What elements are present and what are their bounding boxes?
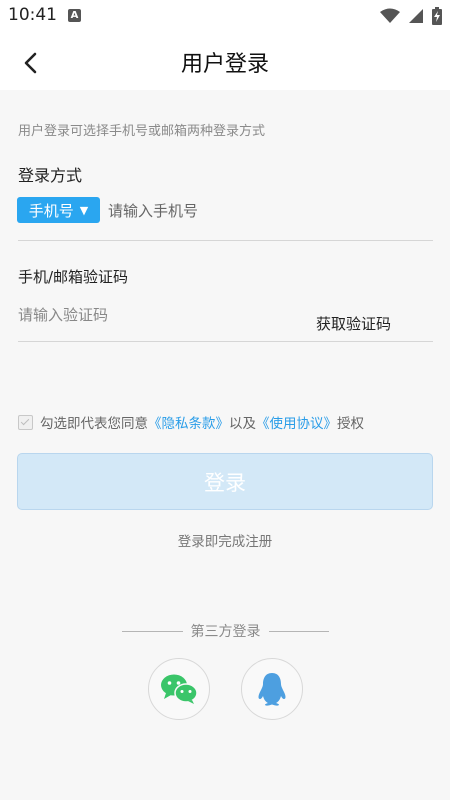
battery-charging-icon: [432, 7, 442, 25]
agreement-row: 勾选即代表您同意 《隐私条款》 以及 《使用协议》 授权: [18, 412, 364, 432]
login-type-select[interactable]: 手机号 ▼: [17, 197, 100, 223]
divider: [18, 341, 433, 342]
agreement-checkbox[interactable]: [18, 414, 33, 430]
third-party-divider: 第三方登录: [122, 621, 329, 641]
status-icons: [380, 6, 442, 26]
qq-icon: [258, 673, 286, 706]
page-title: 用户登录: [180, 52, 269, 77]
wechat-login-button[interactable]: [148, 658, 210, 720]
verification-code-input[interactable]: [18, 300, 298, 330]
status-bar: 10:41 A: [0, 0, 450, 32]
login-hint: 用户登录可选择手机号或邮箱两种登录方式: [18, 124, 266, 139]
qq-login-button[interactable]: [241, 658, 303, 720]
third-party-title: 第三方登录: [190, 624, 261, 640]
agreement-prefix: 勾选即代表您同意: [40, 416, 148, 432]
verification-code-label: 手机/邮箱验证码: [18, 268, 129, 286]
privacy-link[interactable]: 《隐私条款》: [148, 412, 229, 432]
terms-link[interactable]: 《使用协议》: [256, 412, 337, 432]
agreement-middle: 以及: [229, 416, 256, 432]
caret-down-icon: ▼: [79, 203, 89, 217]
phone-input[interactable]: [108, 196, 428, 226]
wifi-icon: [380, 8, 400, 23]
divider-line: [122, 630, 183, 632]
register-note: 登录即完成注册: [177, 534, 273, 550]
header: 用户登录: [0, 32, 450, 90]
signal-icon: [409, 9, 423, 23]
login-type-value: 手机号: [28, 201, 74, 220]
divider: [18, 240, 433, 241]
login-method-label: 登录方式: [18, 166, 83, 185]
status-time: 10:41: [8, 5, 57, 25]
agreement-suffix: 授权: [337, 416, 364, 432]
get-code-button[interactable]: 获取验证码: [316, 313, 391, 334]
divider-line: [268, 630, 329, 632]
login-button[interactable]: 登录: [17, 453, 433, 510]
a-icon: A: [68, 9, 81, 22]
wechat-icon: [161, 674, 198, 704]
